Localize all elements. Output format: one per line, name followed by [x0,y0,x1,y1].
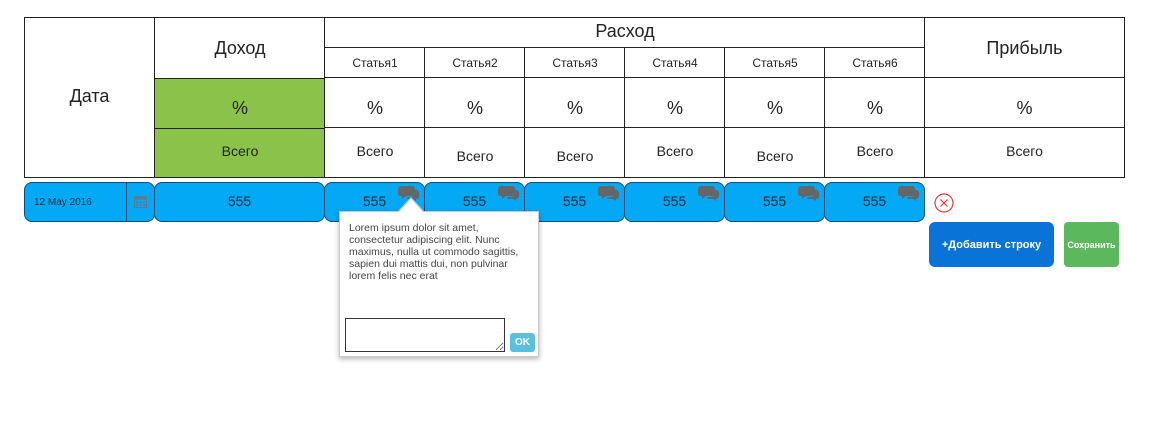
popup-arrow [399,199,423,212]
item-5-total: Всего [724,127,825,178]
header-item-5: Статья5 [724,47,825,78]
profit-total: Всего [924,127,1125,178]
comment-icon[interactable] [897,184,920,202]
add-row-button[interactable]: +Добавить строку [929,222,1054,267]
date-value[interactable]: 12 May 2016 [34,197,92,208]
expense-value-4[interactable]: 555 [624,182,725,222]
expense-value-3[interactable]: 555 [524,182,625,222]
item-1-percent: % [324,77,425,128]
profit-percent: % [924,77,1125,128]
header-date: Дата [24,17,154,178]
date-picker[interactable]: 12 May 2016 [24,182,155,222]
delete-row-icon[interactable] [934,193,954,213]
item-5-percent: % [724,77,825,128]
expense-value-5[interactable]: 555 [724,182,825,222]
item-6-percent: % [824,77,925,128]
comment-popup: Lorem ipsum dolor sit amet, consectetur … [339,211,539,357]
comment-icon[interactable] [597,184,620,202]
header-item-6: Статья6 [824,47,925,78]
item-4-percent: % [624,77,725,128]
item-2-total: Всего [424,127,525,178]
comment-icon[interactable] [697,184,720,202]
expense-value-6[interactable]: 555 [824,182,925,222]
item-3-total: Всего [524,127,625,178]
header-profit: Прибыль [924,17,1125,78]
item-1-total: Всего [324,127,425,178]
item-6-total: Всего [824,127,925,178]
save-button[interactable]: Сохранить [1064,222,1119,267]
income-total: Всего [154,128,325,178]
header-item-1: Статья1 [324,47,425,78]
calendar-icon[interactable] [134,195,147,208]
item-3-percent: % [524,77,625,128]
comment-icon[interactable] [497,184,520,202]
header-item-4: Статья4 [624,47,725,78]
comment-icon[interactable] [797,184,820,202]
header-item-3: Статья3 [524,47,625,78]
date-divider [126,183,127,221]
comment-text: Lorem ipsum dolor sit amet, consectetur … [349,222,519,282]
income-value[interactable]: 555 [154,182,325,222]
comment-textarea[interactable] [345,318,505,352]
income-percent: % [154,78,325,128]
header-expense: Расход [324,17,925,48]
ok-button[interactable]: OK [510,333,535,352]
item-2-percent: % [424,77,525,128]
header-item-2: Статья2 [424,47,525,78]
item-4-total: Всего [624,127,725,178]
header-income: Доход [154,17,325,78]
